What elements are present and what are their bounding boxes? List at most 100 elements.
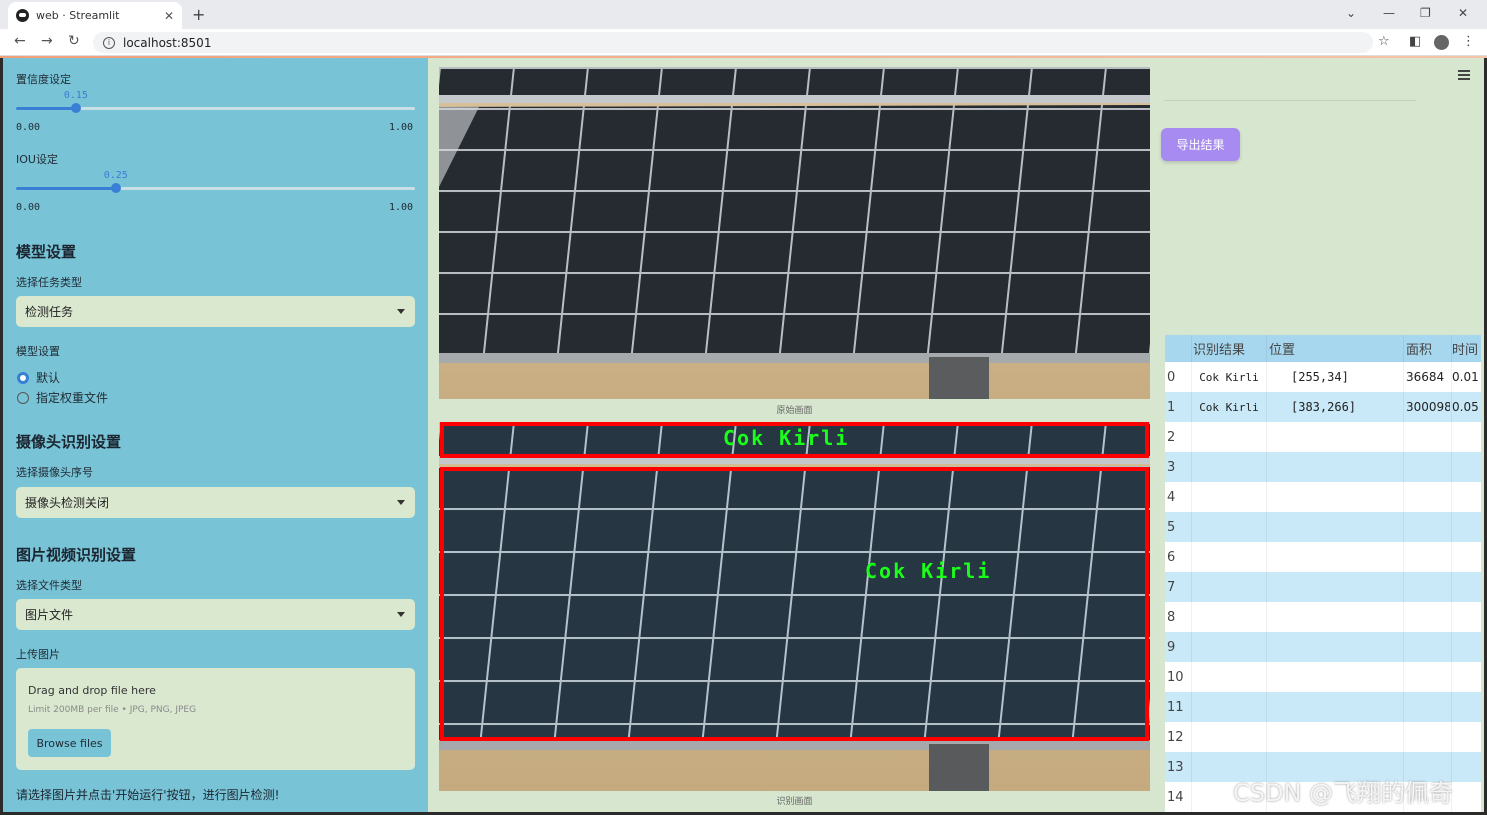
table-cell-pos — [1269, 482, 1401, 512]
minimize-icon[interactable]: — — [1383, 6, 1395, 20]
task-type-label: 选择任务类型 — [16, 276, 82, 289]
table-row[interactable]: 12 — [1165, 722, 1481, 752]
table-row[interactable]: 7 — [1165, 572, 1481, 602]
browser-toolbar: ← → ↻ i localhost:8501 ☆ ◧ ⋮ — [0, 29, 1487, 56]
browse-files-button[interactable]: Browse files — [28, 729, 111, 757]
table-row[interactable]: 2 — [1165, 422, 1481, 452]
camera-section-heading: 摄像头识别设置 — [16, 433, 122, 451]
table-cell-idx: 9 — [1167, 639, 1176, 655]
table-cell-result — [1193, 572, 1265, 602]
close-window-icon[interactable]: ✕ — [1458, 6, 1468, 20]
table-cell-result — [1193, 512, 1265, 542]
table-cell-time — [1452, 662, 1481, 692]
new-tab-icon[interactable]: + — [192, 5, 205, 24]
iou-label: IOU设定 — [16, 153, 58, 166]
table-cell-time: 0.01 — [1452, 370, 1479, 384]
address-bar[interactable]: i localhost:8501 — [93, 32, 1373, 53]
dropzone-title: Drag and drop file here — [28, 684, 156, 697]
table-row[interactable]: 0 Cok Kirli [255,34] 36684 0.01 — [1165, 362, 1481, 392]
task-type-select[interactable]: 检测任务 — [16, 296, 415, 327]
dropzone-limit: Limit 200MB per file • JPG, PNG, JPEG — [28, 705, 197, 715]
table-cell-result — [1193, 482, 1265, 512]
table-cell-area — [1406, 692, 1450, 722]
radio-default[interactable]: 默认 — [17, 369, 60, 386]
iou-slider-thumb[interactable] — [110, 183, 121, 193]
table-row[interactable]: 1 Cok Kirli [383,266] 300098 0.05 — [1165, 392, 1481, 422]
table-grid-line — [1266, 335, 1267, 812]
result-image-caption: 识别画面 — [776, 797, 813, 807]
radio-custom-label: 指定权重文件 — [36, 391, 109, 405]
csdn-watermark: CSDN @飞翔的佩奇 — [1233, 779, 1454, 807]
table-row[interactable]: 9 — [1165, 632, 1481, 662]
table-cell-idx: 11 — [1167, 699, 1184, 715]
confidence-slider-thumb[interactable] — [70, 103, 81, 113]
table-row[interactable]: 5 — [1165, 512, 1481, 542]
file-type-select[interactable]: 图片文件 — [16, 599, 415, 630]
table-cell-pos — [1269, 452, 1401, 482]
table-cell-result — [1193, 692, 1265, 722]
table-row[interactable]: 10 — [1165, 662, 1481, 692]
table-cell-idx: 13 — [1167, 759, 1184, 775]
table-cell-idx: 6 — [1167, 549, 1176, 565]
table-cell-idx: 1 — [1167, 399, 1176, 415]
confidence-min: 0.00 — [16, 122, 41, 133]
table-cell-result — [1193, 632, 1265, 662]
confidence-slider-fill — [16, 107, 76, 110]
tab-search-chevron-icon[interactable]: ⌄ — [1346, 6, 1356, 20]
table-header-cell[interactable]: 面积 — [1406, 335, 1450, 362]
iou-min: 0.00 — [16, 202, 41, 213]
radio-selected-icon — [17, 371, 29, 384]
table-row[interactable]: 4 — [1165, 482, 1481, 512]
restore-icon[interactable]: ❐ — [1420, 6, 1431, 20]
table-cell-idx: 0 — [1167, 369, 1176, 385]
close-tab-icon[interactable]: ✕ — [164, 9, 174, 23]
profile-avatar-icon[interactable] — [1434, 35, 1449, 50]
table-cell-time — [1452, 692, 1481, 722]
table-cell-pos — [1269, 572, 1401, 602]
camera-index-select[interactable]: 摄像头检测关闭 — [16, 487, 415, 518]
back-arrow-icon[interactable]: ← — [14, 33, 26, 49]
table-cell-area — [1406, 542, 1450, 572]
camera-index-label: 选择摄像头序号 — [16, 466, 93, 479]
table-cell-area — [1406, 722, 1450, 752]
table-cell-area — [1406, 452, 1450, 482]
export-results-button[interactable]: 导出结果 — [1161, 128, 1240, 161]
hamburger-menu-icon[interactable] — [1458, 70, 1470, 82]
side-panel-icon[interactable]: ◧ — [1409, 34, 1421, 49]
table-row[interactable]: 6 — [1165, 542, 1481, 572]
radio-unselected-icon — [17, 391, 29, 404]
browser-menu-icon[interactable]: ⋮ — [1462, 34, 1475, 49]
table-header-cell[interactable]: 位置 — [1269, 335, 1401, 362]
results-table[interactable]: 识别结果 位置 面积 时间 0 Cok Kirli [255,34] 36684 0.01 1 Co… — [1165, 335, 1481, 812]
browser-tab[interactable]: web · Streamlit ✕ — [8, 2, 182, 29]
table-cell-time — [1452, 452, 1481, 482]
table-header-cell[interactable]: 识别结果 — [1193, 335, 1265, 362]
table-row[interactable]: 8 — [1165, 602, 1481, 632]
table-cell-time — [1452, 422, 1481, 452]
table-cell-area — [1406, 632, 1450, 662]
site-info-icon[interactable]: i — [103, 36, 115, 49]
upload-label: 上传图片 — [16, 648, 60, 661]
table-cell-area — [1406, 572, 1450, 602]
table-row[interactable]: 11 — [1165, 692, 1481, 722]
reload-icon[interactable]: ↻ — [68, 33, 80, 49]
forward-arrow-icon[interactable]: → — [41, 33, 53, 49]
table-cell-area: 300098 — [1406, 400, 1450, 414]
radio-custom-weights[interactable]: 指定权重文件 — [17, 389, 108, 406]
confidence-slider[interactable] — [16, 103, 415, 113]
table-header-cell[interactable]: 时间 — [1452, 335, 1481, 362]
table-cell-area — [1406, 482, 1450, 512]
table-cell-area — [1406, 662, 1450, 692]
iou-slider-fill — [16, 187, 116, 190]
table-grid-line — [1403, 335, 1404, 812]
table-row[interactable]: 3 — [1165, 452, 1481, 482]
file-dropzone[interactable]: Drag and drop file here Limit 200MB per … — [16, 668, 415, 770]
table-cell-idx: 4 — [1167, 489, 1176, 505]
iou-slider[interactable] — [16, 183, 415, 193]
bookmark-star-icon[interactable]: ☆ — [1378, 34, 1390, 49]
table-cell-time — [1452, 752, 1481, 782]
table-cell-time — [1452, 632, 1481, 662]
radio-default-label: 默认 — [36, 371, 61, 385]
table-cell-pos — [1269, 602, 1401, 632]
table-cell-pos — [1269, 422, 1401, 452]
